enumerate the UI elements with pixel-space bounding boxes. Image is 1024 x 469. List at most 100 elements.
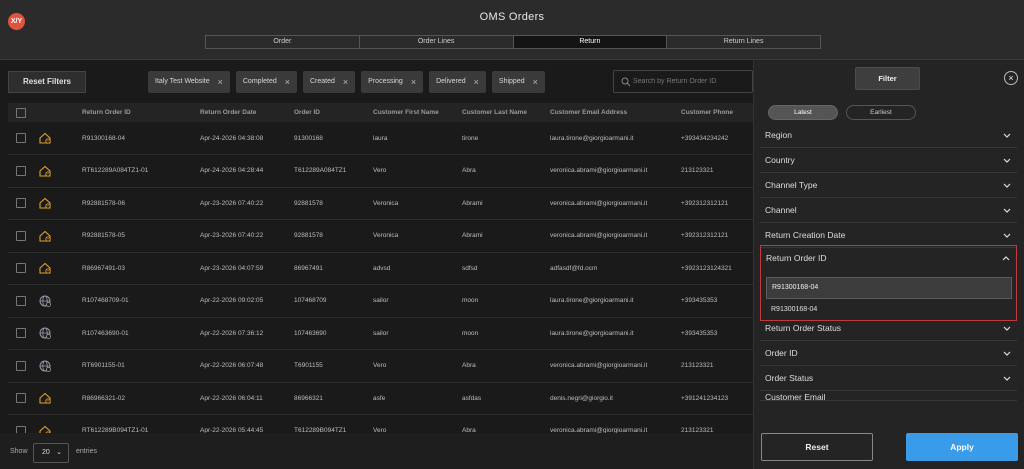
table-row[interactable]: R92881578-05 Apr-23-2026 07:40:22 92881578… xyxy=(8,220,753,252)
sort-latest-button[interactable]: Latest xyxy=(768,105,838,120)
close-icon[interactable]: × xyxy=(411,71,416,93)
show-label: Show xyxy=(10,448,28,455)
facet-country[interactable]: Country xyxy=(760,148,1017,173)
order-id-cell: 107468709 xyxy=(294,297,327,305)
row-checkbox[interactable] xyxy=(16,133,26,143)
close-icon[interactable]: × xyxy=(474,71,479,93)
table-row[interactable]: RT612289A084TZ1-01 Apr-24-2026 04:28:44 T6… xyxy=(8,155,753,187)
filter-panel: Filter × Latest Earliest Region Country … xyxy=(753,60,1024,469)
facet-customer-email[interactable]: Customer Email xyxy=(760,391,1017,401)
column-header[interactable]: Customer First Name xyxy=(371,103,460,122)
column-header[interactable]: Return Order Date xyxy=(198,103,292,122)
first-name-cell: Vero xyxy=(373,427,387,433)
table-row[interactable]: R91300168-04 Apr-24-2026 04:38:08 91300168… xyxy=(8,122,753,155)
last-name-cell: Abra xyxy=(462,362,476,370)
last-name-cell: tirone xyxy=(462,134,479,142)
close-icon[interactable]: × xyxy=(1004,71,1018,85)
phone-cell: +393435353 xyxy=(681,329,718,337)
chevron-down-icon xyxy=(1003,326,1011,331)
return-order-date-cell: Apr-22-2026 06:04:11 xyxy=(200,394,263,402)
chevron-down-icon xyxy=(1003,158,1011,163)
row-checkbox[interactable] xyxy=(16,393,26,404)
return-order-id-cell: R107463690-01 xyxy=(82,329,129,337)
view-tabs: Order Order Lines Return Return Lines xyxy=(205,35,821,49)
first-name-cell: Veronica xyxy=(373,232,399,240)
return-order-date-cell: Apr-24-2026 04:28:44 xyxy=(200,167,264,175)
column-header[interactable]: Order ID xyxy=(292,103,371,122)
return-order-id-input[interactable]: R91300168-04 xyxy=(766,277,1012,299)
close-icon[interactable]: × xyxy=(218,71,223,93)
return-order-date-cell: Apr-22-2026 06:07:48 xyxy=(200,362,264,370)
email-cell: veronica.abrami@giorgioarmani.it xyxy=(550,362,648,370)
table-row[interactable]: R86966321-02 Apr-22-2026 06:04:11 86966321… xyxy=(8,382,753,415)
home-icon xyxy=(38,424,52,433)
chevron-down-icon xyxy=(1003,376,1011,381)
search-input[interactable] xyxy=(633,74,751,89)
return-order-id-cell: RT612289B094TZ1-01 xyxy=(82,427,149,433)
row-checkbox[interactable] xyxy=(16,425,26,433)
chip-label: Created xyxy=(310,78,335,85)
filter-chip: Italy Test Website × xyxy=(148,71,230,93)
email-cell: laura.tirone@giorgioarmani.it xyxy=(550,329,634,337)
phone-cell: +393434234242 xyxy=(681,134,729,142)
globe-icon xyxy=(38,294,52,308)
tab-return[interactable]: Return xyxy=(512,35,667,49)
phone-cell: +392312312121 xyxy=(681,199,729,207)
return-order-id-cell: R86967491-03 xyxy=(82,264,126,272)
phone-cell: +392312312121 xyxy=(681,232,729,240)
chevron-down-icon xyxy=(1003,208,1011,213)
return-order-id-cell: RT612289A084TZ1-01 xyxy=(82,167,149,175)
reset-button[interactable]: Reset xyxy=(761,433,873,461)
facet-channel-type[interactable]: Channel Type xyxy=(760,173,1017,198)
close-icon[interactable]: × xyxy=(285,71,290,93)
facet-header[interactable]: Return Order ID xyxy=(761,246,1016,271)
facet-return-order-status[interactable]: Return Order Status xyxy=(760,316,1017,341)
filter-tab[interactable]: Filter xyxy=(855,67,920,90)
row-checkbox[interactable] xyxy=(16,165,26,176)
sort-toggle: Latest Earliest xyxy=(768,105,916,120)
facet-label: Region xyxy=(765,130,792,140)
row-checkbox[interactable] xyxy=(16,263,26,274)
row-checkbox[interactable] xyxy=(16,295,26,306)
column-header[interactable]: Customer Phone xyxy=(679,103,753,122)
facet-region[interactable]: Region xyxy=(760,123,1017,148)
sort-earliest-button[interactable]: Earliest xyxy=(846,105,916,120)
apply-button[interactable]: Apply xyxy=(906,433,1018,461)
return-order-id-cell: R91300168-04 xyxy=(82,134,126,142)
row-checkbox[interactable] xyxy=(16,198,26,209)
table-row[interactable]: R107468709-01 Apr-22-2026 09:02:05 1074687… xyxy=(8,285,753,317)
row-checkbox[interactable] xyxy=(16,328,26,339)
row-checkbox[interactable] xyxy=(16,360,26,371)
column-header[interactable]: Customer Last Name xyxy=(460,103,548,122)
reset-filters-button[interactable]: Reset Filters xyxy=(8,71,86,93)
globe-icon xyxy=(38,326,52,340)
email-cell: adfasdf@fd.ocm xyxy=(550,264,598,272)
chip-label: Completed xyxy=(242,78,277,85)
order-id-cell: 92881578 xyxy=(294,199,323,207)
facet-order-status[interactable]: Order Status xyxy=(760,366,1017,391)
order-id-cell: 92881578 xyxy=(294,232,323,240)
tab-order-lines[interactable]: Order Lines xyxy=(358,35,513,49)
select-all-checkbox[interactable] xyxy=(16,107,26,118)
table-row[interactable]: R92881578-06 Apr-23-2026 07:40:22 92881578… xyxy=(8,187,753,220)
column-header[interactable]: Return Order ID xyxy=(80,103,198,122)
entries-label: entries xyxy=(76,448,98,455)
row-checkbox[interactable] xyxy=(16,230,26,241)
facet-order-id[interactable]: Order ID xyxy=(760,341,1017,366)
table-row[interactable]: R86967491-03 Apr-23-2026 04:07:59 86967491… xyxy=(8,252,753,285)
page-title: OMS Orders xyxy=(479,11,545,23)
close-icon[interactable]: × xyxy=(533,71,538,93)
tab-return-lines[interactable]: Return Lines xyxy=(666,35,821,49)
column-header[interactable]: Customer Email Address xyxy=(548,103,679,122)
home-icon xyxy=(38,196,52,210)
filter-chip: Completed × xyxy=(235,71,297,93)
facet-channel[interactable]: Channel xyxy=(760,198,1017,223)
close-icon[interactable]: × xyxy=(343,71,348,93)
tab-order[interactable]: Order xyxy=(205,35,359,49)
table-row[interactable]: R107463690-01 Apr-22-2026 07:36:12 1074636… xyxy=(8,317,753,350)
facet-label: Order Status xyxy=(765,373,814,383)
page-size-select[interactable]: 20 ⌄ xyxy=(33,443,69,463)
table-row[interactable]: RT612289B094TZ1-01 Apr-22-2026 05:44:45 T6… xyxy=(8,415,753,433)
table-row[interactable]: RT6901155-01 Apr-22-2026 06:07:48 T6901155… xyxy=(8,350,753,382)
return-order-date-cell: Apr-22-2026 07:36:12 xyxy=(200,329,264,337)
